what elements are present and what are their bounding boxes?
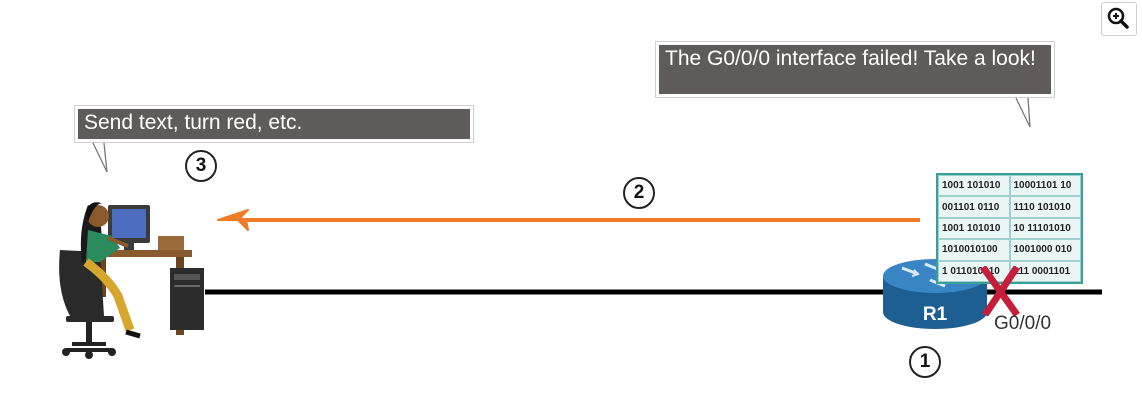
- callout-right-text: The G0/0/0 interface failed! Take a look…: [659, 45, 1051, 94]
- binary-cell: 1010010100: [938, 239, 1010, 261]
- step-2-badge[interactable]: 2: [623, 177, 655, 209]
- binary-cell: 1001000 010: [1009, 239, 1081, 261]
- binary-cell: 111 0001101: [1009, 260, 1081, 282]
- zoom-button[interactable]: [1101, 2, 1137, 36]
- step-1-badge[interactable]: 1: [909, 346, 941, 378]
- router-name: R1: [923, 304, 948, 325]
- arrow-to-pc: [217, 209, 920, 231]
- binary-cell: 1001 101010: [938, 217, 1010, 240]
- zoom-in-icon: [1107, 7, 1129, 29]
- binary-cell: 1110 101010: [1009, 196, 1081, 218]
- binary-cell: 10 11101010: [1009, 217, 1081, 240]
- callout-left-text: Send text, turn red, etc.: [78, 109, 470, 139]
- callout-left-tail: [92, 142, 108, 173]
- callout-right: The G0/0/0 interface failed! Take a look…: [655, 41, 1055, 98]
- binary-cell: 001101 0110: [938, 196, 1010, 218]
- binary-cell: 1001 101010: [938, 175, 1010, 197]
- callout-right-tail: [1015, 97, 1031, 128]
- user-at-computer-icon: [59, 202, 204, 359]
- step-3-badge[interactable]: 3: [185, 150, 217, 182]
- callout-left: Send text, turn red, etc.: [74, 105, 474, 143]
- interface-label: G0/0/0: [994, 313, 1052, 334]
- binary-cell: 10001101 10: [1009, 175, 1081, 197]
- x-mark-icon: [980, 266, 1020, 316]
